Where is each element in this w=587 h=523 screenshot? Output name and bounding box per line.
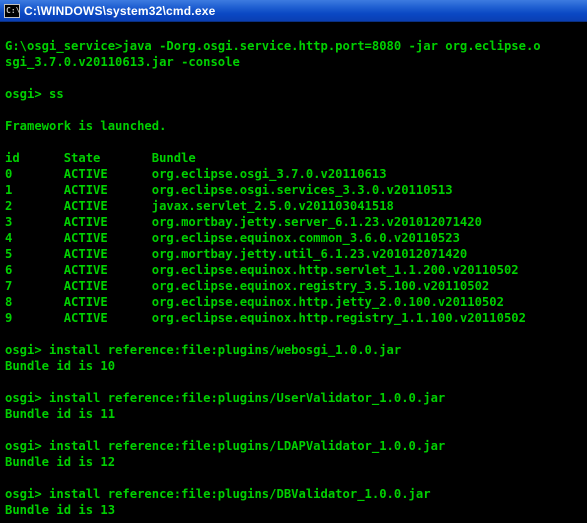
console-line: osgi> install reference:file:plugins/DBV… — [5, 487, 431, 501]
console-icon[interactable]: C:\ — [4, 4, 20, 18]
console-line: Bundle id is 12 — [5, 455, 116, 469]
console-line: 9 ACTIVE org.eclipse.equinox.http.regist… — [5, 311, 526, 325]
console-line: Framework is launched. — [5, 119, 167, 133]
console-line: osgi> install reference:file:plugins/web… — [5, 343, 402, 357]
console-line: osgi> install reference:file:plugins/LDA… — [5, 439, 446, 453]
console-output[interactable]: G:\osgi_service>java -Dorg.osgi.service.… — [5, 22, 587, 518]
console-line: G:\osgi_service>java -Dorg.osgi.service.… — [5, 39, 541, 53]
console-line: osgi> install reference:file:plugins/Use… — [5, 391, 446, 405]
console-line: 7 ACTIVE org.eclipse.equinox.registry_3.… — [5, 279, 490, 293]
console-line: 1 ACTIVE org.eclipse.osgi.services_3.3.0… — [5, 183, 453, 197]
console-line: osgi> ss — [5, 87, 64, 101]
console-line: 6 ACTIVE org.eclipse.equinox.http.servle… — [5, 263, 519, 277]
console-line: 5 ACTIVE org.mortbay.jetty.util_6.1.23.v… — [5, 247, 468, 261]
console-line: 8 ACTIVE org.eclipse.equinox.http.jetty_… — [5, 295, 504, 309]
console-line: sgi_3.7.0.v20110613.jar -console — [5, 55, 240, 69]
console-line: 3 ACTIVE org.mortbay.jetty.server_6.1.23… — [5, 215, 482, 229]
window-title: C:\WINDOWS\system32\cmd.exe — [24, 4, 216, 18]
cmd-window: C:\ C:\WINDOWS\system32\cmd.exe G:\osgi_… — [0, 0, 587, 523]
console-line: 2 ACTIVE javax.servlet_2.5.0.v2011030415… — [5, 199, 394, 213]
console-line: Bundle id is 10 — [5, 359, 116, 373]
console-line: Bundle id is 13 — [5, 503, 116, 517]
console-line: 0 ACTIVE org.eclipse.osgi_3.7.0.v2011061… — [5, 167, 387, 181]
title-bar[interactable]: C:\ C:\WINDOWS\system32\cmd.exe — [0, 0, 587, 22]
console-line: 4 ACTIVE org.eclipse.equinox.common_3.6.… — [5, 231, 460, 245]
console-line: Bundle id is 11 — [5, 407, 116, 421]
console-line: id State Bundle — [5, 151, 196, 165]
